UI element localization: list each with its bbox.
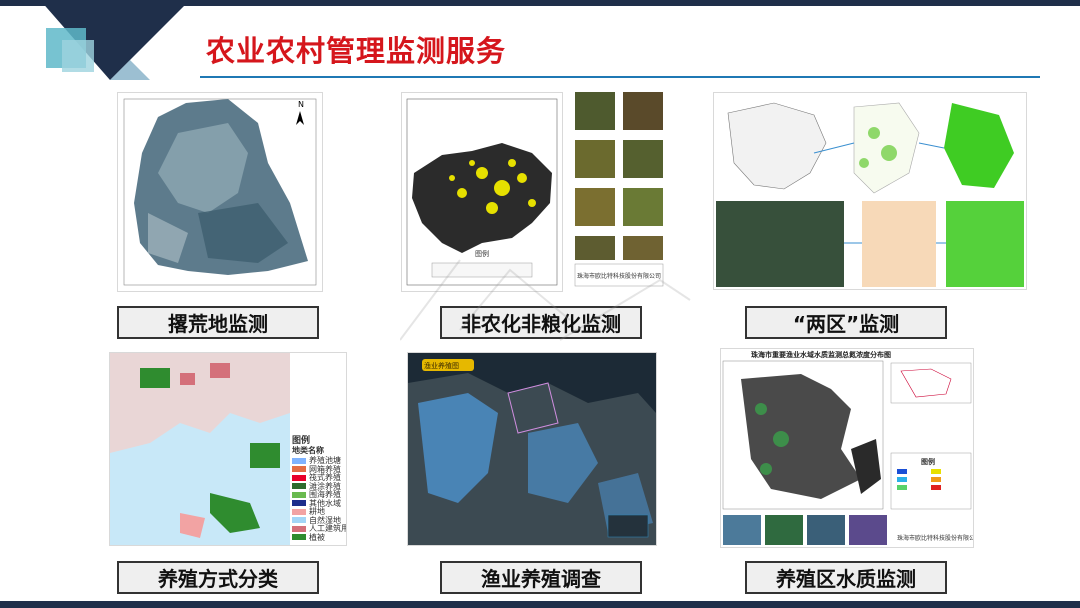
map-non-agricultural: 图例 xyxy=(401,92,563,292)
water-quality-legend-title: 图例 xyxy=(921,458,935,466)
two-zones-image xyxy=(714,93,1026,289)
card-label-aquaculture-methods: 养殖方式分类 xyxy=(117,561,319,594)
water-quality-title: 珠海市重要渔业水域水质监测总氮浓度分布图 xyxy=(751,351,891,359)
card-label-two-zones: “两区”监测 xyxy=(745,306,947,339)
fishery-badge: 渔业养殖图 xyxy=(424,362,459,370)
legend-swatch xyxy=(292,483,306,489)
abandoned-land-image: N xyxy=(118,93,322,291)
legend-item: 植被 xyxy=(292,533,346,543)
corner-decoration xyxy=(40,0,190,80)
legend-swatch xyxy=(292,534,306,540)
map-fishery-survey: 渔业养殖图 xyxy=(407,352,657,546)
water-quality-image xyxy=(722,360,972,545)
legend-swatch xyxy=(292,491,306,498)
legend-swatch xyxy=(292,474,306,481)
svg-text:图例: 图例 xyxy=(475,249,489,258)
legend-swatch xyxy=(292,457,306,464)
legend-swatch xyxy=(292,508,306,515)
legend-swatch xyxy=(292,525,306,532)
svg-text:珠海市欧比特科技股份有限公司: 珠海市欧比特科技股份有限公司 xyxy=(577,272,661,280)
legend-swatch xyxy=(292,500,306,506)
card-label-fishery-survey: 渔业养殖调查 xyxy=(440,561,642,594)
fishery-survey-image xyxy=(408,353,656,545)
card-label-abandoned-land: 撂荒地监测 xyxy=(117,306,319,339)
map-two-zones xyxy=(713,92,1027,290)
water-quality-footer: 珠海市欧比特科技股份有限公司 xyxy=(897,535,974,542)
card-label-water-quality: 养殖区水质监测 xyxy=(745,561,947,594)
legend-header: 地类名称 xyxy=(292,446,324,455)
legend-list: 养殖池塘 网箱养殖 筏式养殖 滩涂养殖 围海养殖 其他水域 耕地 自然湿地 人工… xyxy=(292,456,346,543)
map-aquaculture-methods: 图例 地类名称 养殖池塘 网箱养殖 筏式养殖 滩涂养殖 围海养殖 其他水域 耕地… xyxy=(109,352,347,546)
svg-text:N: N xyxy=(298,100,304,109)
legend-swatch xyxy=(292,517,306,523)
map-abandoned-land: N xyxy=(117,92,323,292)
page-title: 农业农村管理监测服务 xyxy=(206,34,507,68)
map-water-quality: 珠海市重要渔业水域水质监测总氮浓度分布图 图例 珠海市欧比特科技股份有限公司 xyxy=(720,348,974,548)
legend-swatch xyxy=(292,466,306,472)
thumbnail-grid-non-agricultural: 珠海市欧比特科技股份有限公司 xyxy=(573,92,667,290)
thumbnail-grid-image: 珠海市欧比特科技股份有限公司 xyxy=(574,92,664,287)
title-underline xyxy=(200,76,1040,78)
non-agricultural-map-image: 图例 xyxy=(402,93,562,291)
bottom-bar xyxy=(0,601,1080,608)
card-label-non-agricultural: 非农化非粮化监测 xyxy=(440,306,642,339)
